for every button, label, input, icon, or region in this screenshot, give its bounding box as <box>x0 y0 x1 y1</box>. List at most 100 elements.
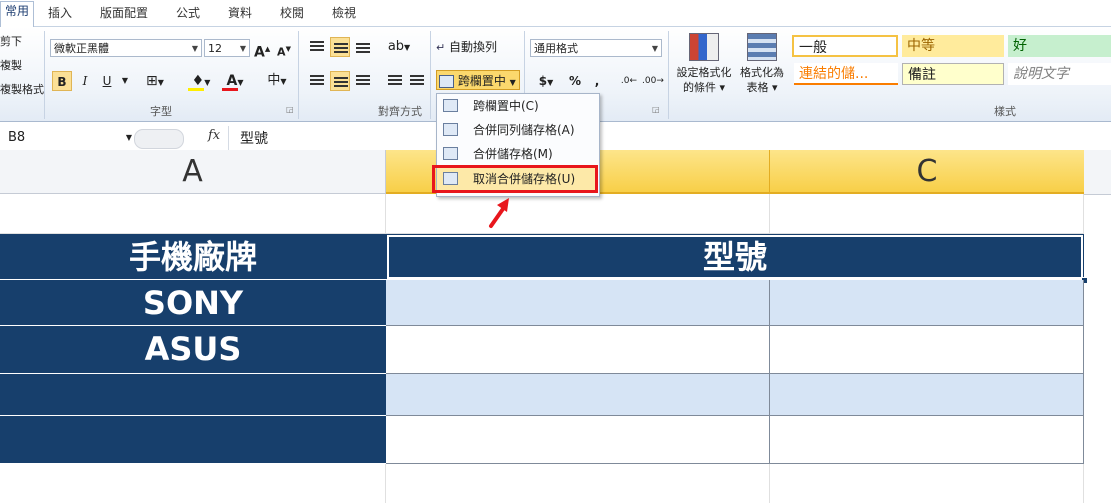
name-box[interactable]: B8 ▼ <box>8 128 132 148</box>
merge-across-icon <box>443 123 458 136</box>
orientation-icon[interactable]: ab▼ <box>386 37 412 57</box>
header-cell-brand[interactable]: 手機廠牌 <box>0 234 386 280</box>
column-header-a[interactable]: A <box>0 150 386 194</box>
chevron-down-icon: ▼ <box>509 78 516 87</box>
decrease-decimal-icon[interactable]: .00→ <box>642 71 664 91</box>
grid-cell[interactable] <box>386 194 770 234</box>
model-cell[interactable] <box>386 374 770 416</box>
formula-input[interactable]: 型號 <box>240 128 268 148</box>
increase-indent-icon[interactable] <box>410 75 424 87</box>
font-size-select[interactable]: 12 ▼ <box>204 39 250 57</box>
number-format-select[interactable]: 通用格式 ▼ <box>530 39 662 57</box>
align-left-icon[interactable] <box>310 75 324 87</box>
cell-style-linked-cell[interactable]: 連結的儲... <box>794 63 898 85</box>
currency-button[interactable]: $▼ <box>534 71 558 91</box>
underline-button[interactable]: U <box>98 71 116 91</box>
tab-page-layout[interactable]: 版面配置 <box>100 4 148 26</box>
merge-center-icon <box>439 75 454 88</box>
insert-function-icon[interactable]: fx <box>208 128 220 143</box>
align-bottom-icon[interactable] <box>356 43 370 55</box>
align-center-button[interactable] <box>330 71 350 91</box>
comma-button[interactable]: , <box>590 71 604 91</box>
grid-cell[interactable] <box>770 194 1084 234</box>
fill-color-icon[interactable]: ♦▼ <box>186 71 216 91</box>
font-dialog-launcher-icon[interactable]: ◲ <box>286 105 294 114</box>
header-cell-model-merged[interactable]: 型號 <box>386 234 1084 280</box>
increase-font-size-button[interactable]: A▲ <box>254 39 270 61</box>
tab-view[interactable]: 檢視 <box>332 4 356 26</box>
bold-button[interactable]: B <box>52 71 72 91</box>
wrap-text-button[interactable]: ↵ 自動換列 <box>436 37 518 57</box>
cell-style-explanatory[interactable]: 說明文字 <box>1008 63 1111 85</box>
wrap-text-icon: ↵ <box>436 41 446 54</box>
chevron-down-icon[interactable]: ▼ <box>120 71 130 91</box>
formula-bar-splitter[interactable] <box>134 129 184 149</box>
model-cell[interactable] <box>770 326 1084 374</box>
border-icon[interactable]: ⊞▼ <box>142 71 168 91</box>
brand-cell[interactable]: ASUS <box>0 326 386 374</box>
merge-center-button[interactable]: 跨欄置中 ▼ <box>436 70 520 90</box>
model-cell[interactable] <box>386 416 770 464</box>
tab-review[interactable]: 校閱 <box>280 4 304 26</box>
cut-label: 剪下 <box>0 35 22 48</box>
wrap-text-label: 自動換列 <box>449 40 498 54</box>
tab-insert[interactable]: 插入 <box>48 4 72 26</box>
format-as-table-button[interactable]: 格式化為 表格 ▾ <box>736 31 788 101</box>
grid-cell[interactable] <box>386 464 770 503</box>
align-middle-button[interactable] <box>330 37 350 57</box>
column-header-c[interactable]: C <box>770 150 1084 194</box>
tab-data[interactable]: 資料 <box>228 4 252 26</box>
tab-home[interactable]: 常用 <box>0 1 35 27</box>
format-painter-button[interactable]: 複製格式 <box>0 81 44 97</box>
brand-cell[interactable] <box>0 416 386 464</box>
italic-button[interactable]: I <box>76 71 94 91</box>
copy-button[interactable]: 複製 <box>0 57 22 73</box>
menu-item-label: 跨欄置中(C) <box>473 99 539 113</box>
decrease-indent-icon[interactable] <box>388 75 402 87</box>
grid-cell[interactable] <box>770 464 1084 503</box>
phonetic-icon[interactable]: 中▼ <box>262 71 292 91</box>
decrease-font-size-label: A <box>277 45 286 59</box>
brand-cell[interactable]: SONY <box>0 280 386 326</box>
tab-formulas[interactable]: 公式 <box>176 4 200 26</box>
align-right-icon[interactable] <box>356 75 370 87</box>
merge-center-icon <box>443 99 458 112</box>
model-cell[interactable] <box>386 280 770 326</box>
cell-style-neutral[interactable]: 中等 <box>902 35 1004 57</box>
font-name-value: 微軟正黑體 <box>54 42 109 55</box>
conditional-formatting-icon <box>689 33 719 61</box>
cell-style-note[interactable]: 備註 <box>902 63 1004 85</box>
divider <box>298 31 299 119</box>
menu-item-merge-cells[interactable]: 合併儲存格(M) <box>437 142 597 166</box>
copy-label: 複製 <box>0 59 22 72</box>
grid-cell[interactable] <box>0 194 386 234</box>
increase-font-size-label: A <box>254 44 265 61</box>
divider <box>228 126 229 150</box>
chevron-down-icon: ▼ <box>239 44 246 53</box>
increase-decimal-icon[interactable]: .0← <box>620 71 638 91</box>
alignment-group-label: 對齊方式 <box>378 105 422 118</box>
chevron-down-icon: ▼ <box>651 44 658 53</box>
grid-cell[interactable] <box>0 464 386 503</box>
menu-item-merge-center[interactable]: 跨欄置中(C) <box>437 94 597 118</box>
cut-button[interactable]: 剪下 <box>0 33 22 49</box>
align-top-icon[interactable] <box>310 41 324 53</box>
percent-button[interactable]: % <box>566 71 584 91</box>
cell-style-good[interactable]: 好 <box>1008 35 1111 57</box>
font-name-select[interactable]: 微軟正黑體 ▼ <box>50 39 202 57</box>
model-cell[interactable] <box>770 374 1084 416</box>
brand-cell[interactable] <box>0 374 386 416</box>
model-cell[interactable] <box>770 416 1084 464</box>
font-color-icon[interactable]: A▼ <box>220 71 250 91</box>
styles-group-label: 樣式 <box>994 105 1016 118</box>
decrease-font-size-button[interactable]: A▼ <box>276 39 292 59</box>
model-cell[interactable] <box>770 280 1084 326</box>
number-dialog-launcher-icon[interactable]: ◲ <box>652 105 660 114</box>
chevron-down-icon: ▼ <box>191 44 198 53</box>
cell-style-normal[interactable]: 一般 <box>792 35 898 57</box>
menu-item-merge-across[interactable]: 合併同列儲存格(A) <box>437 118 597 142</box>
model-cell[interactable] <box>386 326 770 374</box>
conditional-formatting-button[interactable]: 設定格式化 的條件 ▾ <box>674 31 734 101</box>
conditional-formatting-label-line1: 設定格式化 <box>676 66 732 79</box>
conditional-formatting-label-line2: 的條件 ▾ <box>682 81 726 94</box>
